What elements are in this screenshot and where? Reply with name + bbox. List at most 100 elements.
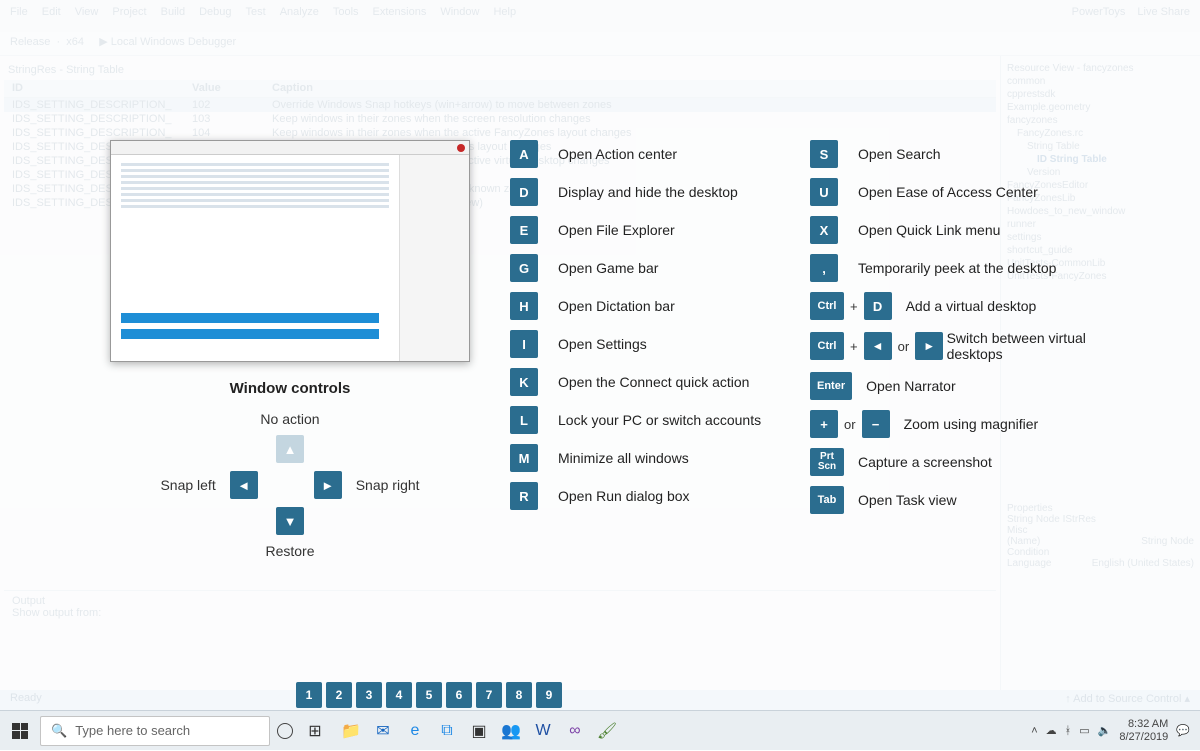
desc-g: Open Game bar: [558, 260, 658, 276]
wc-up-key[interactable]: ▲: [276, 435, 304, 463]
key-l[interactable]: L: [510, 406, 538, 434]
vscode-icon[interactable]: ⧉: [432, 712, 462, 750]
key-minus[interactable]: −: [862, 410, 890, 438]
key-r[interactable]: R: [510, 482, 538, 510]
key-plus[interactable]: +: [810, 410, 838, 438]
desc-i: Open Settings: [558, 336, 647, 352]
tray-chevron-icon[interactable]: ˄: [1031, 725, 1037, 737]
edge-icon[interactable]: e: [400, 712, 430, 750]
menu-file: File: [10, 6, 28, 26]
numkey-7[interactable]: 7: [476, 682, 502, 708]
taskbar: 🔍 Type here to search ⊞ 📁 ✉ e ⧉ ▣ 👥 W ∞ …: [0, 710, 1200, 750]
shortcut-column-2: S Open Search U Open Ease of Access Center…: [810, 140, 1130, 559]
menu-window: Window: [440, 6, 479, 26]
status-ready: Ready: [10, 692, 42, 708]
windows-logo-icon: [12, 723, 28, 739]
output-title: Output: [12, 595, 988, 607]
menu-project: Project: [112, 6, 146, 26]
numkey-5[interactable]: 5: [416, 682, 442, 708]
key-arrow-right[interactable]: ►: [915, 332, 943, 360]
tray-network-icon[interactable]: ▭: [1079, 724, 1089, 737]
vs-config: Release: [10, 36, 50, 48]
wc-left-label: Snap left: [160, 477, 215, 493]
vs-live-share: Live Share: [1137, 6, 1190, 26]
start-button[interactable]: [0, 711, 40, 751]
key-i[interactable]: I: [510, 330, 538, 358]
task-view-icon[interactable]: ⊞: [300, 712, 330, 750]
menu-edit: Edit: [42, 6, 61, 26]
key-m[interactable]: M: [510, 444, 538, 472]
taskbar-clock[interactable]: 8:32 AM 8/27/2019: [1119, 718, 1168, 742]
key-arrow-left[interactable]: ◄: [864, 332, 892, 360]
visual-studio-icon[interactable]: ∞: [560, 712, 590, 750]
numkey-2[interactable]: 2: [326, 682, 352, 708]
desc-u: Open Ease of Access Center: [858, 184, 1038, 200]
wc-down-key[interactable]: ▼: [276, 507, 304, 535]
key-h[interactable]: H: [510, 292, 538, 320]
word-icon[interactable]: W: [528, 712, 558, 750]
teams-icon[interactable]: 👥: [496, 712, 526, 750]
file-explorer-icon[interactable]: 📁: [336, 712, 366, 750]
key-ctrl-1[interactable]: Ctrl: [810, 292, 844, 320]
vs-app-title: PowerToys: [1072, 6, 1126, 26]
key-u[interactable]: U: [810, 178, 838, 206]
key-enter[interactable]: Enter: [810, 372, 852, 400]
menu-analyze: Analyze: [280, 6, 319, 26]
wc-left-key[interactable]: ◄: [230, 471, 258, 499]
wc-right-key[interactable]: ►: [314, 471, 342, 499]
action-center-icon[interactable]: 💬: [1176, 724, 1190, 737]
numkey-9[interactable]: 9: [536, 682, 562, 708]
desc-e: Open File Explorer: [558, 222, 675, 238]
outlook-icon[interactable]: ✉: [368, 712, 398, 750]
key-ctrld-d[interactable]: D: [864, 292, 892, 320]
key-ctrl-2[interactable]: Ctrl: [810, 332, 844, 360]
solution-title: Resource View - fancyzones: [1007, 62, 1194, 75]
desc-k: Open the Connect quick action: [558, 374, 749, 390]
tray-bluetooth-icon[interactable]: ᚼ: [1065, 725, 1072, 737]
key-tab[interactable]: Tab: [810, 486, 844, 514]
key-a[interactable]: A: [510, 140, 538, 168]
paint-icon[interactable]: 🖌: [592, 712, 622, 750]
search-icon: 🔍: [51, 723, 67, 739]
key-s[interactable]: S: [810, 140, 838, 168]
numkey-4[interactable]: 4: [386, 682, 412, 708]
col-value: Value: [192, 82, 232, 95]
key-prtscn[interactable]: Prt Scn: [810, 448, 844, 476]
key-e[interactable]: E: [510, 216, 538, 244]
key-x[interactable]: X: [810, 216, 838, 244]
numkey-6[interactable]: 6: [446, 682, 472, 708]
col-id: ID: [12, 82, 152, 95]
desc-ctrld: Add a virtual desktop: [906, 298, 1037, 314]
tray-volume-icon[interactable]: 🔈: [1098, 724, 1112, 737]
vs-toolbar: Release · x64 ▶ Local Windows Debugger: [0, 32, 1200, 56]
desc-tab: Open Task view: [858, 492, 957, 508]
tray-onedrive-icon[interactable]: ☁: [1046, 724, 1057, 737]
desc-x: Open Quick Link menu: [858, 222, 1000, 238]
window-controls-title: Window controls: [110, 380, 470, 397]
numkey-8[interactable]: 8: [506, 682, 532, 708]
key-g[interactable]: G: [510, 254, 538, 282]
desc-d: Display and hide the desktop: [558, 184, 738, 200]
wc-down-label: Restore: [265, 543, 314, 559]
key-k[interactable]: K: [510, 368, 538, 396]
desc-a: Open Action center: [558, 146, 677, 162]
terminal-icon[interactable]: ▣: [464, 712, 494, 750]
shortcut-guide-overlay: Window controls No action ▲ Snap left ◄ …: [110, 140, 1090, 559]
output-from: Show output from:: [12, 607, 988, 619]
vs-start-debug: ▶ Local Windows Debugger: [99, 36, 236, 48]
shortcut-column-1: A Open Action center D Display and hide th…: [510, 140, 780, 559]
wc-right-label: Snap right: [356, 477, 420, 493]
numkey-3[interactable]: 3: [356, 682, 382, 708]
window-preview-thumbnail: [110, 140, 470, 362]
key-comma[interactable]: ,: [810, 254, 838, 282]
taskbar-search[interactable]: 🔍 Type here to search: [40, 716, 270, 746]
vs-platform: x64: [66, 36, 84, 48]
numkey-1[interactable]: 1: [296, 682, 322, 708]
menu-view: View: [75, 6, 99, 26]
cortana-icon[interactable]: [270, 712, 300, 750]
menu-tools: Tools: [333, 6, 359, 26]
desc-enter: Open Narrator: [866, 378, 955, 394]
key-d[interactable]: D: [510, 178, 538, 206]
desc-s: Open Search: [858, 146, 941, 162]
desc-zoom: Zoom using magnifier: [904, 416, 1039, 432]
